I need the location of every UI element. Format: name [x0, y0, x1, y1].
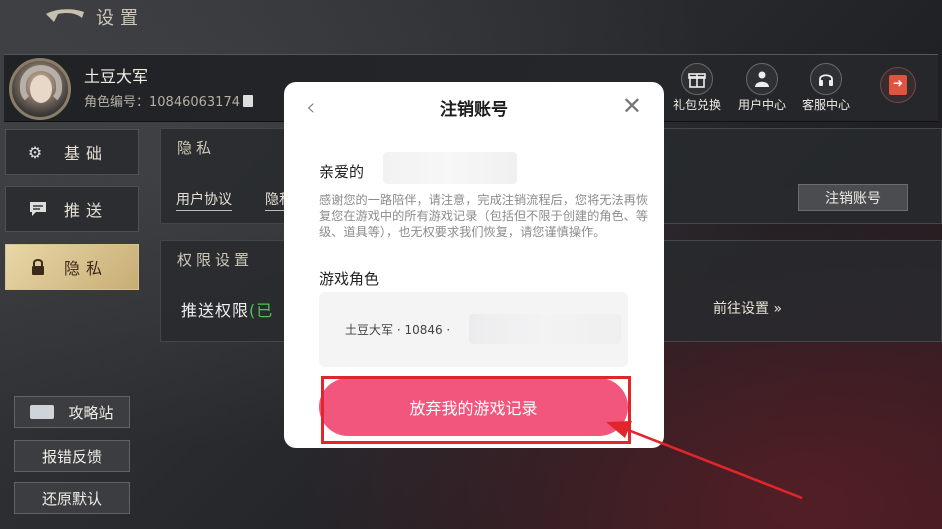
annotation-arrow-icon: [606, 421, 803, 500]
